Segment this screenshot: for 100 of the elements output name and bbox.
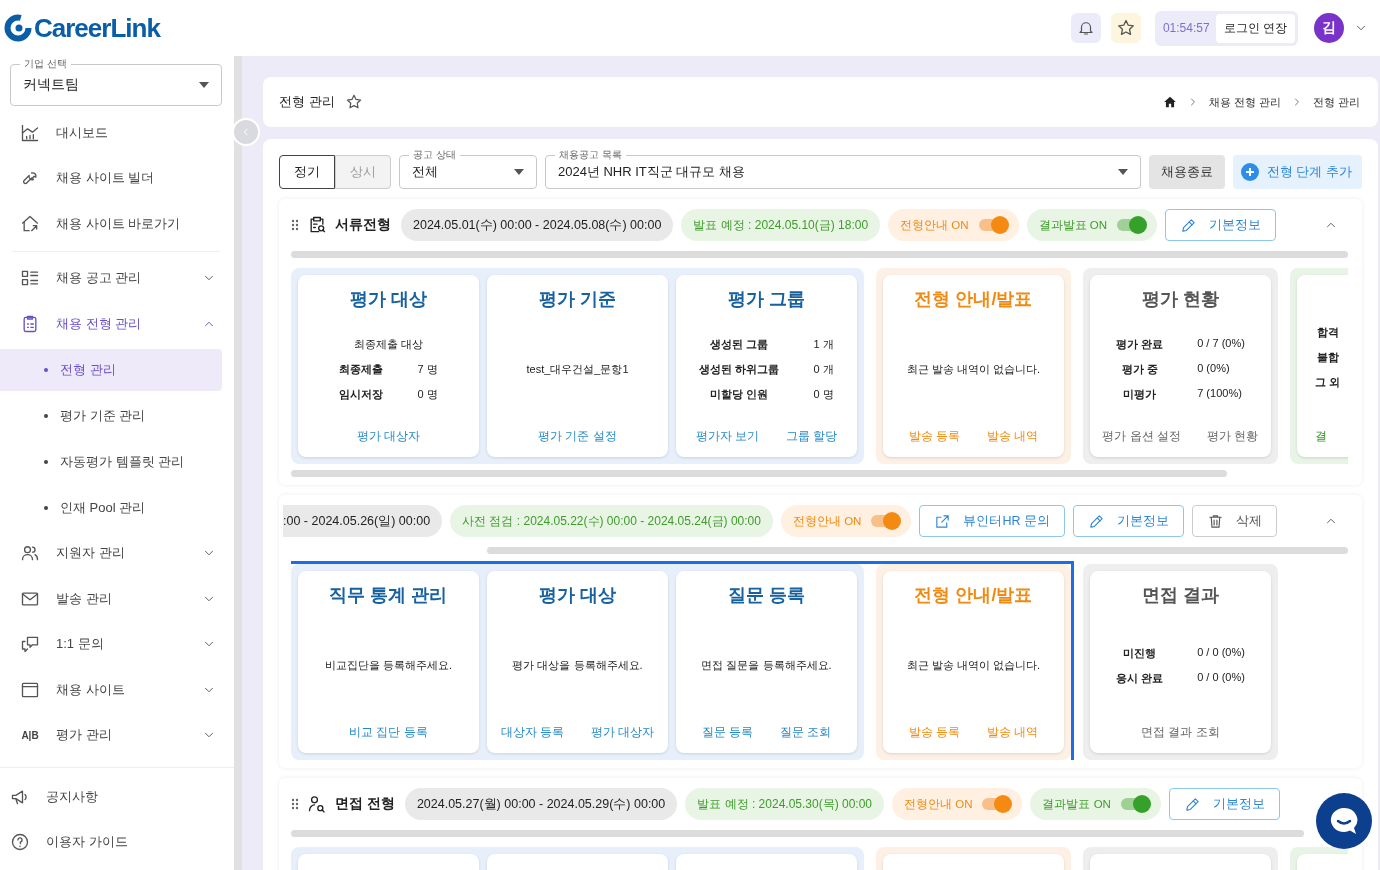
stat-value: 0 / 0 (0%)	[1197, 670, 1245, 685]
toggle-switch[interactable]	[1117, 219, 1146, 231]
period-pill: 2024.05.27(월) 00:00 - 2024.05.29(수) 00:00	[404, 788, 678, 820]
card-link[interactable]: 질문 조회	[779, 724, 831, 741]
favorite-star-icon	[344, 93, 363, 111]
card-link[interactable]: 평가 현황	[1207, 428, 1259, 445]
help-icon	[10, 831, 30, 852]
stat-value: 0 명	[813, 387, 834, 402]
scrollbar[interactable]	[291, 251, 1348, 258]
stat-label: 응시 완료	[1116, 670, 1164, 686]
nav-item[interactable]: 지원자 관리	[0, 530, 234, 576]
stat-label: 평가 중	[1120, 362, 1159, 377]
bell-icon	[1076, 19, 1095, 37]
drag-handle-icon[interactable]	[291, 219, 299, 231]
stat-label: 그 외	[1315, 375, 1341, 390]
card-link[interactable]: 평가 대상자	[356, 428, 421, 445]
chart-icon	[20, 122, 40, 143]
add-stage-button[interactable]: 전형 단계 추가	[1232, 155, 1362, 189]
stage-title: 서류전형	[335, 216, 391, 234]
nav-item[interactable]: 대시보드	[0, 110, 234, 156]
favorite-button[interactable]	[1110, 13, 1141, 43]
extend-login-button[interactable]: 로그인 연장	[1215, 13, 1295, 43]
card-link[interactable]: 그룹 할당	[785, 428, 837, 445]
breadcrumb-link[interactable]: 전형 관리	[1312, 94, 1360, 110]
person-search-icon	[307, 794, 327, 814]
user-avatar[interactable]: 김	[1314, 13, 1344, 43]
chat-bubble-icon	[1328, 805, 1360, 837]
nav-subitem[interactable]: 전형 관리	[0, 348, 222, 391]
scrollbar[interactable]	[291, 470, 1227, 477]
star-icon	[1115, 18, 1136, 38]
stat-label: 임시저장	[339, 387, 384, 402]
stat-value: 0 명	[417, 387, 438, 402]
card-message: 면접 질문을 등록해주세요.	[701, 658, 832, 673]
plus-icon	[1240, 163, 1259, 181]
card-link[interactable]: 대상자 등록	[501, 724, 565, 741]
stat-value: 7 명	[417, 362, 438, 377]
notification-button[interactable]	[1070, 13, 1101, 43]
nav-item[interactable]: 채용 사이트 바로가기	[0, 201, 234, 247]
logo-icon	[4, 14, 32, 42]
nav-subitem[interactable]: 평가 기준 관리	[0, 394, 222, 437]
nav-item[interactable]: A|B 평가 관리	[0, 712, 234, 758]
card-title: 전형 안내/발표	[914, 584, 1033, 607]
toggle-label: 결과발표 ON	[1042, 796, 1111, 812]
stat-label: 합격	[1315, 325, 1340, 340]
close-hiring-button[interactable]: 채용종료	[1148, 155, 1225, 189]
card-link[interactable]: 평가 옵션 설정	[1102, 428, 1182, 445]
toggle-switch[interactable]	[871, 515, 900, 527]
nav-subitem[interactable]: 자동평가 템플릿 관리	[0, 440, 222, 483]
nav-item[interactable]: 채용 공고 관리	[0, 255, 234, 301]
card-link[interactable]: 평가자 보기	[696, 428, 760, 445]
toggle-switch[interactable]	[982, 798, 1011, 810]
card-link[interactable]: 면접 결과 조회	[1141, 724, 1220, 741]
card-title: 면접 결과	[1142, 584, 1219, 607]
stat-value: 0 / 7 (0%)	[1197, 337, 1245, 351]
card-title: 질문 등록	[728, 584, 805, 607]
toggle-label: 전형안내 ON	[900, 217, 969, 233]
toggle-switch[interactable]	[1120, 798, 1149, 810]
card-title: 평가 대상	[350, 288, 427, 311]
type-tab[interactable]: 정기	[279, 155, 335, 189]
external-link-icon	[934, 512, 952, 530]
logo[interactable]: CareerLink	[4, 12, 160, 44]
breadcrumb-link[interactable]: 채용 전형 관리	[1208, 94, 1281, 110]
stat-label: 미평가	[1122, 387, 1158, 402]
footer-link[interactable]: 공지사항	[0, 774, 234, 819]
home-icon[interactable]	[1162, 95, 1177, 109]
ab-icon: A|B	[20, 729, 40, 741]
toggle-switch[interactable]	[978, 219, 1007, 231]
session-timer: 01:54:57	[1161, 21, 1210, 35]
delete-button[interactable]: 삭제	[1191, 505, 1277, 537]
dropdown-icon	[513, 169, 524, 175]
pencil-icon	[1183, 795, 1201, 813]
card-message: 평가 대상을 등록해주세요.	[512, 658, 643, 673]
toggle-label: 전형안내 ON	[904, 796, 973, 812]
nav-subitem[interactable]: 인재 Pool 관리	[0, 486, 222, 529]
card-title: 평가 그룹	[728, 288, 805, 311]
stat-value: 0 개	[813, 362, 834, 377]
card-link[interactable]: 질문 등록	[702, 724, 754, 741]
stage-title: 면접 전형	[335, 795, 395, 813]
scrollbar[interactable]	[487, 547, 1348, 554]
stat-value: 7 (100%)	[1197, 387, 1243, 401]
nav-item[interactable]: 발송 관리	[0, 576, 234, 622]
period-pill: :00 - 2024.05.26(일) 00:00	[283, 505, 443, 537]
card-link[interactable]: 비교 집단 등록	[349, 724, 428, 741]
footer-link[interactable]: 이용자 가이드	[0, 819, 234, 864]
nav-item[interactable]: 채용 사이트 빌더	[0, 155, 234, 201]
pencil-icon	[1180, 216, 1198, 234]
schedule-pill: 발표 예정 : 2024.05.10(금) 18:00	[681, 209, 881, 241]
external-button[interactable]: 뷰인터HR 문의	[919, 505, 1065, 537]
nav-item[interactable]: 채용 전형 관리	[0, 301, 234, 347]
drag-handle-icon[interactable]	[291, 798, 299, 810]
nav-item[interactable]: 채용 사이트	[0, 667, 234, 713]
card-link[interactable]: 평가 기준 설정	[538, 428, 617, 445]
nav-item[interactable]: 1:1 문의	[0, 621, 234, 667]
scrollbar[interactable]	[291, 830, 1304, 837]
stat-label: 생성된 그룹	[709, 337, 770, 352]
card-link[interactable]: 결	[1315, 428, 1327, 445]
edit-button[interactable]: 기본정보	[1072, 505, 1184, 537]
edit-button[interactable]: 기본정보	[1165, 209, 1277, 241]
card-link[interactable]: 평가 대상자	[590, 724, 654, 741]
edit-button[interactable]: 기본정보	[1168, 788, 1280, 820]
